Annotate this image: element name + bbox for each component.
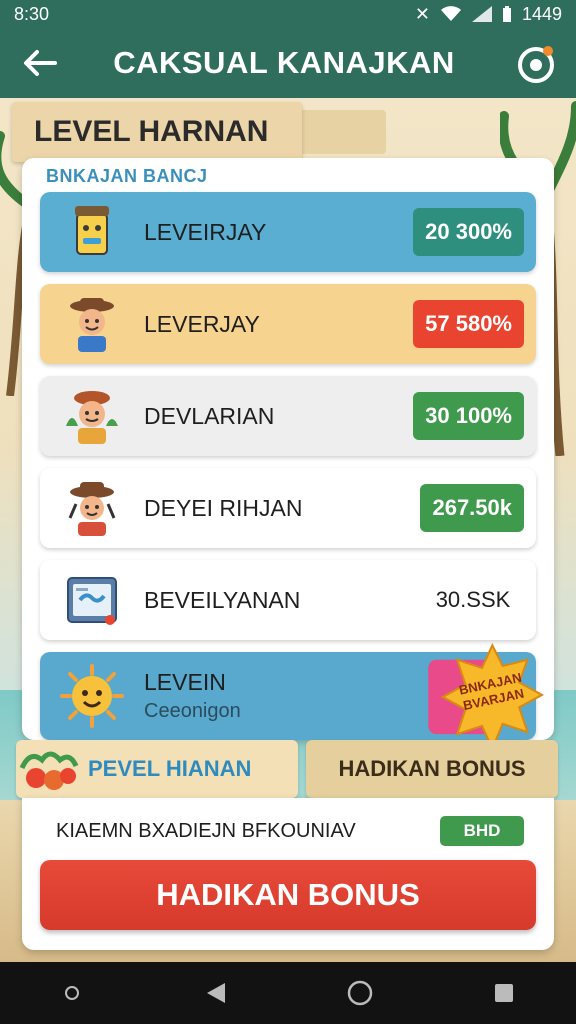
level-row-value: 30 100% — [413, 392, 524, 440]
level-banner: LEVEL HARNAN — [12, 102, 302, 162]
app-bar: CAKSUAL KANAJKAN — [0, 28, 576, 98]
level-row-label: LEVERJAY — [144, 310, 260, 337]
banner-title: LEVEL HARNAN — [34, 115, 269, 148]
level-row-label: DEVLARIAN — [144, 402, 275, 429]
hadikan-bonus-button[interactable]: HADIKAN BONUS — [40, 860, 536, 930]
level-row-1[interactable]: LEVEIRJAY 20 300% — [40, 192, 536, 272]
circle-dot-icon — [65, 986, 79, 1000]
level-row-value: 20 300% — [413, 208, 524, 256]
level-row-label: DEYEI RIHJAN — [144, 494, 303, 521]
signal-icon — [471, 6, 492, 22]
wifi-icon — [440, 6, 461, 21]
tab-hadikan-bonus[interactable]: HADIKAN BONUS — [306, 740, 558, 798]
tab-left-label: PEVEL HIANAN — [88, 756, 252, 781]
tab-right-label: HADIKAN BONUS — [338, 756, 526, 781]
level-row-label: BEVEILYANAN — [144, 586, 301, 613]
level-row-2[interactable]: LEVERJAY 57 580% — [40, 284, 536, 364]
level-row-4[interactable]: DEYEI RIHJAN 267.50k — [40, 468, 536, 548]
section-tabs: PEVEL HIANAN HADIKAN BONUS — [16, 740, 560, 798]
character-robot-icon — [40, 192, 144, 272]
level-row-value: 30.SSK — [435, 587, 511, 612]
bonus-info-badge[interactable]: BHD — [440, 816, 524, 846]
level-row-3[interactable]: DEVLARIAN 30 100% — [40, 376, 536, 456]
bonus-info-text: KIAEMN BXADIEJN BFKOUNIAV — [56, 820, 356, 842]
status-icons: ✕ 1449 — [415, 4, 562, 25]
level-row-5[interactable]: BEVEILYANAN 30.SSK — [40, 560, 536, 640]
tablet-map-icon — [40, 560, 144, 640]
level-row-value: 267.50k — [420, 484, 524, 532]
character-cowboy-icon — [40, 468, 144, 548]
gear-icon — [518, 46, 554, 83]
bonus-card: KIAEMN BXADIEJN BFKOUNIAV BHD HADIKAN BO… — [22, 798, 554, 950]
nav-assist-button[interactable] — [42, 963, 102, 1023]
back-button[interactable] — [0, 28, 80, 98]
system-nav-bar — [0, 962, 576, 1024]
level-row-6[interactable]: LEVEIN Ceeonigon BNKAJAN BVARJAN — [40, 642, 544, 740]
home-circle-icon — [347, 980, 373, 1006]
arrow-left-icon — [24, 50, 57, 76]
status-time: 8:30 — [14, 3, 50, 24]
sun-character-icon — [40, 656, 144, 736]
level-list-card: BNKAJAN BANCJ LEVEIRJAY 20 300% LEVERJAY… — [22, 158, 554, 740]
battery-icon — [502, 6, 511, 22]
card-subtitle: BNKAJAN BANCJ — [46, 166, 208, 186]
level-row-label: LEVEIRJAY — [144, 218, 267, 245]
tab-level-harnan[interactable]: PEVEL HIANAN — [16, 740, 298, 798]
nfc-icon: ✕ — [414, 3, 430, 24]
bonus-burst-badge[interactable]: BNKAJAN BVARJAN — [420, 640, 544, 740]
character-gardener-icon — [40, 376, 144, 456]
nav-back-button[interactable] — [186, 963, 246, 1023]
nav-home-button[interactable] — [330, 963, 390, 1023]
level-row-value: 57 580% — [413, 300, 524, 348]
settings-button[interactable] — [496, 28, 576, 98]
recents-square-icon — [495, 984, 513, 1002]
fruit-basket-icon — [19, 751, 79, 790]
battery-text: 1449 — [521, 3, 562, 24]
character-farmer-icon — [40, 284, 144, 364]
nav-recents-button[interactable] — [474, 963, 534, 1023]
back-triangle-icon — [207, 983, 225, 1003]
banner-ribbon-tail — [290, 110, 386, 154]
app-title: CAKSUAL KANAJKAN — [113, 45, 455, 80]
status-bar: 8:30 ✕ 1449 — [0, 0, 576, 28]
